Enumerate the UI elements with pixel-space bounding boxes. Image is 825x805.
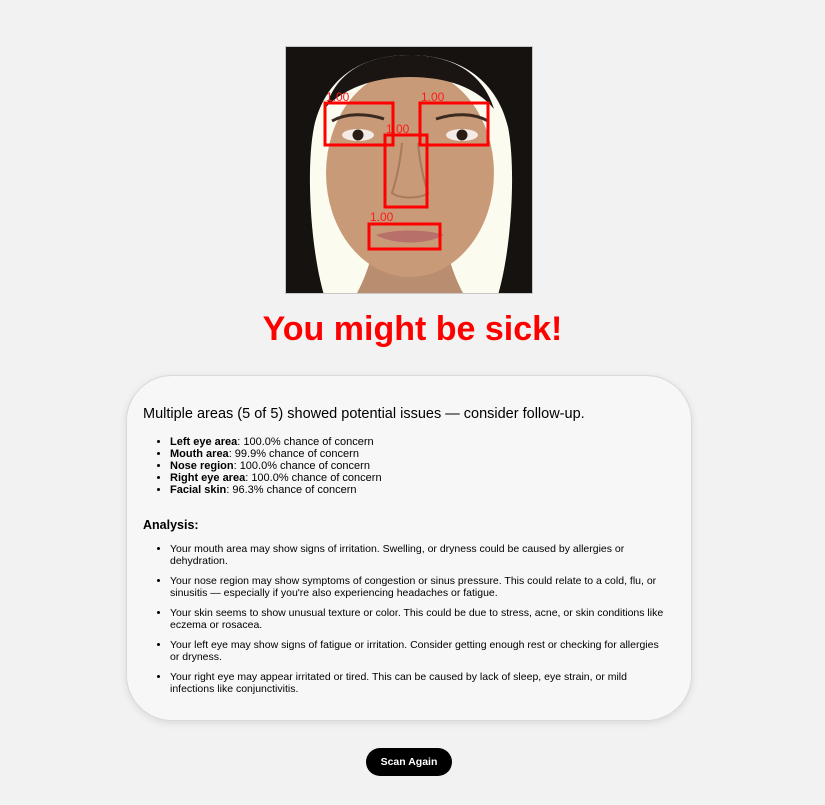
- face-photo-canvas: 1.00 1.00 1.00 1.00: [286, 47, 532, 293]
- area-detail: : 100.0% chance of concern: [237, 436, 374, 448]
- analysis-item-skin: Your skin seems to show unusual texture …: [170, 607, 665, 631]
- area-name: Mouth area: [170, 448, 229, 460]
- area-item-mouth: Mouth area: 99.9% chance of concern: [170, 448, 675, 460]
- analysis-item-mouth: Your mouth area may show signs of irrita…: [170, 543, 665, 567]
- area-name: Right eye area: [170, 472, 246, 484]
- area-name: Left eye area: [170, 436, 238, 448]
- detection-label-nose: 1.00: [386, 122, 410, 136]
- area-detail: : 100.0% chance of concern: [233, 460, 370, 472]
- result-card: Multiple areas (5 of 5) showed potential…: [126, 375, 692, 721]
- result-headline: You might be sick!: [262, 310, 563, 348]
- face-photo: 1.00 1.00 1.00 1.00: [285, 46, 533, 294]
- detection-label-right-eye: 1.00: [421, 90, 445, 104]
- analysis-item-left-eye: Your left eye may show signs of fatigue …: [170, 639, 665, 663]
- area-detail: : 99.9% chance of concern: [228, 448, 359, 460]
- analysis-list: Your mouth area may show signs of irrita…: [143, 543, 675, 695]
- area-detail: : 100.0% chance of concern: [245, 472, 382, 484]
- summary-text: Multiple areas (5 of 5) showed potential…: [143, 406, 585, 422]
- area-item-right-eye: Right eye area: 100.0% chance of concern: [170, 472, 675, 484]
- area-name: Nose region: [170, 460, 234, 472]
- analysis-item-nose: Your nose region may show symptoms of co…: [170, 575, 665, 599]
- scan-again-button[interactable]: Scan Again: [366, 748, 452, 776]
- detection-label-left-eye: 1.00: [326, 90, 350, 104]
- area-list: Left eye area: 100.0% chance of concern …: [143, 436, 675, 496]
- detection-label-mouth: 1.00: [370, 210, 394, 224]
- area-detail: : 96.3% chance of concern: [226, 484, 357, 496]
- analysis-heading: Analysis:: [143, 518, 199, 532]
- area-item-nose: Nose region: 100.0% chance of concern: [170, 460, 675, 472]
- area-item-facial-skin: Facial skin: 96.3% chance of concern: [170, 484, 675, 496]
- area-item-left-eye: Left eye area: 100.0% chance of concern: [170, 436, 675, 448]
- area-name: Facial skin: [170, 484, 227, 496]
- analysis-item-right-eye: Your right eye may appear irritated or t…: [170, 671, 665, 695]
